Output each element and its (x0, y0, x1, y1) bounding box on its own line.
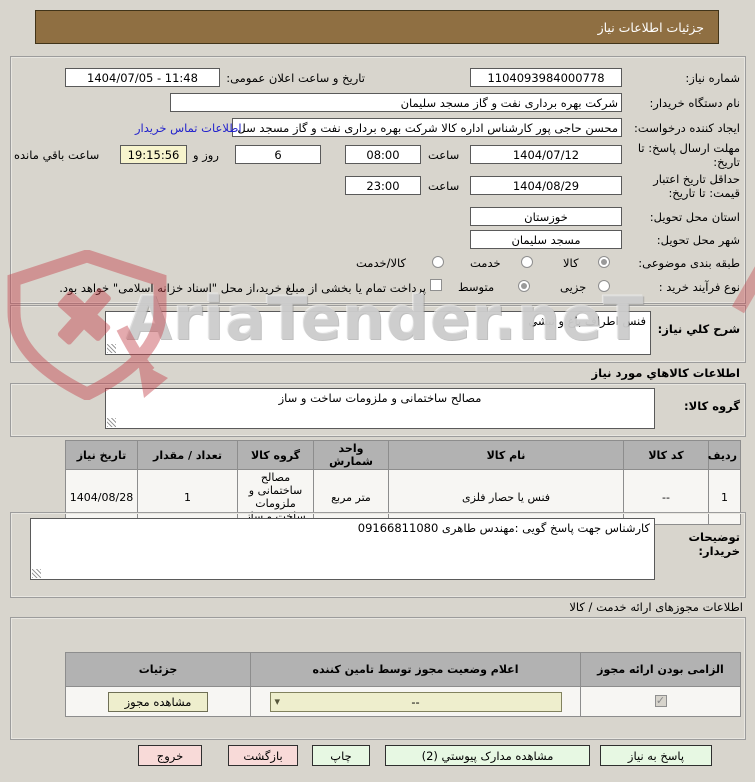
permits-table-row: -- ▾ مشاهده مجوز (65, 686, 741, 717)
treasury-checkbox[interactable] (430, 279, 442, 291)
need-desc-label: شرح کلي نیاز: (657, 322, 740, 336)
radio-goods-service-label: کالا/خدمت (356, 256, 407, 270)
radio-medium-label: متوسط (458, 280, 495, 294)
goods-group-text: مصالح ساختمانی و ملزومات ساخت و ساز (278, 391, 482, 405)
process-type-label: نوع فرآیند خرید : (658, 280, 740, 294)
buyer-org-label: نام دستگاه خریدار: (649, 96, 740, 110)
items-table-header-row: ردیف کد کالا نام کالا واحد شمارش گروه کا… (65, 440, 741, 470)
cell-permit-details: مشاهده مجوز (65, 686, 251, 717)
print-button[interactable]: چاپ (312, 745, 370, 766)
delivery-city-label: شهر محل تحویل: (656, 233, 740, 247)
need-number-field[interactable]: 1104093984000778 (470, 68, 622, 87)
radio-goods[interactable] (598, 256, 610, 268)
radio-service-label: خدمت (470, 256, 501, 270)
delivery-province-field[interactable]: خوزستان (470, 207, 622, 226)
price-validity-label: حداقل تاریخ اعتبار قیمت: تا تاریخ: (653, 172, 740, 200)
response-deadline-label: مهلت ارسال پاسخ: تا تاریخ: (637, 141, 740, 169)
col-item-code: کد کالا (623, 440, 709, 470)
announce-datetime-field[interactable]: 1404/07/05 - 11:48 (65, 68, 220, 87)
buyer-notes-label: توضیحات خریدار: (688, 530, 741, 558)
chevron-down-icon: ▾ (274, 694, 281, 708)
deadline-date-field[interactable]: 1404/07/12 (470, 145, 622, 164)
radio-partial-label: جزیی (560, 280, 587, 294)
col-item-name: نام کالا (388, 440, 624, 470)
view-attachments-button[interactable]: مشاهده مدارک پیوستي (2) (385, 745, 590, 766)
col-quantity: تعداد / مقدار (137, 440, 238, 470)
permit-status-dropdown[interactable]: -- ▾ (269, 691, 562, 712)
permit-status-value: -- (411, 694, 420, 709)
request-creator-field[interactable]: محسن حاجی پور کارشناس اداره کالا شرکت به… (232, 118, 622, 137)
resize-grip-icon[interactable] (107, 418, 116, 427)
delivery-city-field[interactable]: مسجد سلیمان (470, 230, 622, 249)
hours-remaining-label: ساعت باقي مانده (14, 148, 100, 162)
permits-section-title: اطلاعات مجوزهای ارائه خدمت / کالا (569, 600, 743, 614)
buyer-notes-textarea[interactable]: کارشناس جهت پاسخ گویی :مهندس طاهری 09166… (30, 518, 655, 580)
radio-goods-label: کالا (563, 256, 579, 270)
back-button[interactable]: بازگشت (228, 745, 298, 766)
deadline-time-field[interactable]: 08:00 (345, 145, 421, 164)
cell-permit-status: -- ▾ (250, 686, 581, 717)
goods-group-textarea[interactable]: مصالح ساختمانی و ملزومات ساخت و ساز (105, 388, 655, 429)
radio-partial[interactable] (598, 280, 610, 292)
col-permit-mandatory: الزامی بودن ارائه مجوز (580, 652, 741, 687)
exit-button[interactable]: خروج (138, 745, 202, 766)
col-permit-details: جزئیات (65, 652, 251, 687)
delivery-province-label: استان محل تحویل: (649, 210, 740, 224)
col-permit-status: اعلام وضعیت مجوز توسط تامین کننده (250, 652, 581, 687)
permits-table-header-row: الزامی بودن ارائه مجوز اعلام وضعیت مجوز … (65, 652, 741, 687)
validity-date-field[interactable]: 1404/08/29 (470, 176, 622, 195)
cell-permit-mandatory (580, 686, 741, 717)
page-title: جزئیات اطلاعات نیاز (35, 10, 719, 44)
permits-table: الزامی بودن ارائه مجوز اعلام وضعیت مجوز … (65, 652, 741, 717)
col-group: گروه کالا (237, 440, 314, 470)
announce-datetime-label: تاریخ و ساعت اعلان عمومی: (226, 71, 365, 85)
request-creator-label: ایجاد کننده درخواست: (634, 121, 740, 135)
resize-grip-icon[interactable] (32, 569, 41, 578)
goods-section-title: اطلاعات کالاهاي مورد نیاز (591, 366, 740, 380)
permit-mandatory-checkbox[interactable] (654, 694, 667, 707)
goods-group-label: گروه کالا: (684, 399, 740, 413)
validity-time-field[interactable]: 23:00 (345, 176, 421, 195)
buyer-org-field[interactable]: شرکت بهره برداری نفت و گاز مسجد سلیمان (170, 93, 622, 112)
radio-goods-service[interactable] (432, 256, 444, 268)
need-desc-text: فنس اطراف باغ و نبشی (528, 314, 646, 328)
need-number-label: شماره نیاز: (685, 71, 740, 85)
need-details-page: { "header": { "title": "جزئیات اطلاعات ن… (0, 0, 755, 782)
need-desc-textarea[interactable]: فنس اطراف باغ و نبشی (105, 311, 651, 355)
respond-to-need-button[interactable]: پاسخ به نیاز (600, 745, 712, 766)
resize-grip-icon[interactable] (107, 344, 116, 353)
col-row-number: ردیف (708, 440, 741, 470)
radio-medium[interactable] (518, 280, 530, 292)
treasury-checkbox-label: پرداخت تمام یا بخشی از مبلغ خرید،از محل … (59, 281, 426, 295)
radio-service[interactable] (521, 256, 533, 268)
col-unit: واحد شمارش (313, 440, 389, 470)
classification-label: طبقه بندی موضوعی: (638, 256, 740, 270)
col-need-date: تاریخ نیاز (65, 440, 138, 470)
days-and-label: روز و (193, 148, 219, 162)
buyer-notes-text: کارشناس جهت پاسخ گویی :مهندس طاهری 09166… (357, 521, 650, 535)
buyer-contact-link[interactable]: اطلاعات تماس خریدار (135, 121, 242, 135)
time-remaining-field: 19:15:56 (120, 145, 187, 164)
days-remaining-field[interactable]: 6 (235, 145, 321, 164)
validity-hour-label: ساعت (428, 179, 460, 193)
deadline-hour-label: ساعت (428, 148, 460, 162)
view-permit-button[interactable]: مشاهده مجوز (108, 691, 208, 712)
